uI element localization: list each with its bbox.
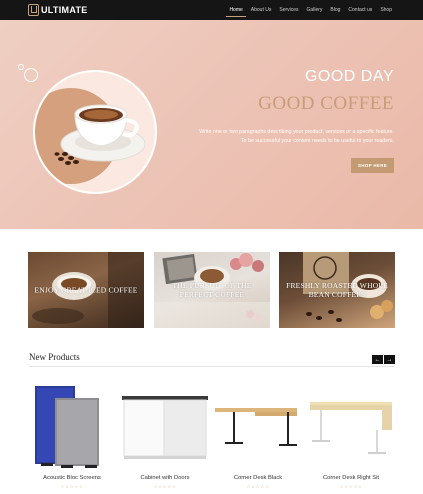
nav-about-us[interactable]: About Us xyxy=(250,1,273,20)
brand-name: ULTIMATE xyxy=(41,5,88,15)
promo-text-iced-coffee: ENJOY GREAT ICED COFFEE xyxy=(32,286,140,295)
promo-text-roasted-beans: FRESHLY ROASTED WHOLE BEAN COFFEES xyxy=(283,281,391,299)
decorative-circle xyxy=(24,68,38,82)
rating-stars-icon: ☆☆☆☆☆ xyxy=(246,484,270,489)
hero-description-line-2: To be successful your content needs to b… xyxy=(240,137,394,144)
hero-title: GOOD DAY xyxy=(304,68,394,85)
nav-gallery[interactable]: Gallery xyxy=(306,1,324,20)
new-products-title: New Products xyxy=(29,352,80,362)
product-name: Corner Desk Black xyxy=(233,475,283,481)
carousel-controls: ← → xyxy=(372,355,395,364)
product-card[interactable]: Corner Desk Right Sit ☆☆☆☆☆ xyxy=(306,382,396,492)
arrow-right-icon[interactable]: → xyxy=(384,355,395,364)
coffee-cup-icon xyxy=(54,104,146,165)
site-logo[interactable]: ULTIMATE xyxy=(28,3,88,17)
nav-home[interactable]: Home xyxy=(226,1,247,20)
promo-line: THE PURSUIT OF THE xyxy=(172,281,252,290)
promo-line: FRESHLY ROASTED WHOLE xyxy=(286,281,388,290)
hero-subtitle: GOOD COFFEE xyxy=(258,93,394,114)
rating-stars-icon: ☆☆☆☆☆ xyxy=(153,484,177,489)
rating-stars-icon: ☆☆☆☆☆ xyxy=(60,484,84,489)
logo-mark-icon xyxy=(28,4,39,16)
product-card[interactable]: Corner Desk Black ☆☆☆☆☆ xyxy=(213,382,303,492)
nav-blog[interactable]: Blog xyxy=(329,1,341,20)
nav-contact-us[interactable]: Contact us xyxy=(347,1,373,20)
product-image xyxy=(122,396,208,459)
promo-banner-roasted-beans[interactable]: FRESHLY ROASTED WHOLE BEAN COFFEES xyxy=(279,252,395,328)
hero-banner: GOOD DAY GOOD COFFEE Write one or two pa… xyxy=(0,20,423,229)
product-image xyxy=(215,408,297,446)
hero-description-line-1: Write one or two paragraphs describing y… xyxy=(199,129,394,135)
shop-here-button[interactable]: SHOP HERE xyxy=(351,158,394,173)
product-name: Corner Desk Right Sit xyxy=(322,475,380,481)
hero-description: Write one or two paragraphs describing y… xyxy=(154,128,394,145)
product-card[interactable]: Cabinet with Doors ☆☆☆☆☆ xyxy=(120,382,210,492)
promo-banner-perfect-coffee[interactable]: THE PURSUIT OF THE PERFECT COFFEE xyxy=(154,252,270,328)
product-image xyxy=(35,386,99,468)
product-name: Acoustic Bloc Screens xyxy=(43,475,101,481)
product-image xyxy=(310,402,392,454)
promo-banner-iced-coffee[interactable]: ENJOY GREAT ICED COFFEE xyxy=(28,252,144,328)
nav-shop[interactable]: Shop xyxy=(379,1,393,20)
decorative-circle-small xyxy=(18,64,24,70)
product-name: Cabinet with Doors xyxy=(140,475,190,481)
promo-line: PERFECT COFFEE xyxy=(179,290,245,299)
section-divider xyxy=(29,366,394,367)
product-card[interactable]: Acoustic Bloc Screens ☆☆☆☆☆ xyxy=(27,382,117,492)
hero-coffee-image xyxy=(33,70,157,194)
arrow-left-icon[interactable]: ← xyxy=(372,355,383,364)
nav-services[interactable]: Services xyxy=(278,1,299,20)
promo-line: ENJOY GREAT ICED COFFEE xyxy=(34,285,138,295)
promo-line: BEAN COFFEES xyxy=(308,290,366,299)
rating-stars-icon: ☆☆☆☆☆ xyxy=(339,484,363,489)
main-menu: Home About Us Services Gallery Blog Cont… xyxy=(226,0,393,20)
promo-text-perfect-coffee: THE PURSUIT OF THE PERFECT COFFEE xyxy=(158,281,266,299)
top-navbar: ULTIMATE Home About Us Services Gallery … xyxy=(0,0,423,20)
